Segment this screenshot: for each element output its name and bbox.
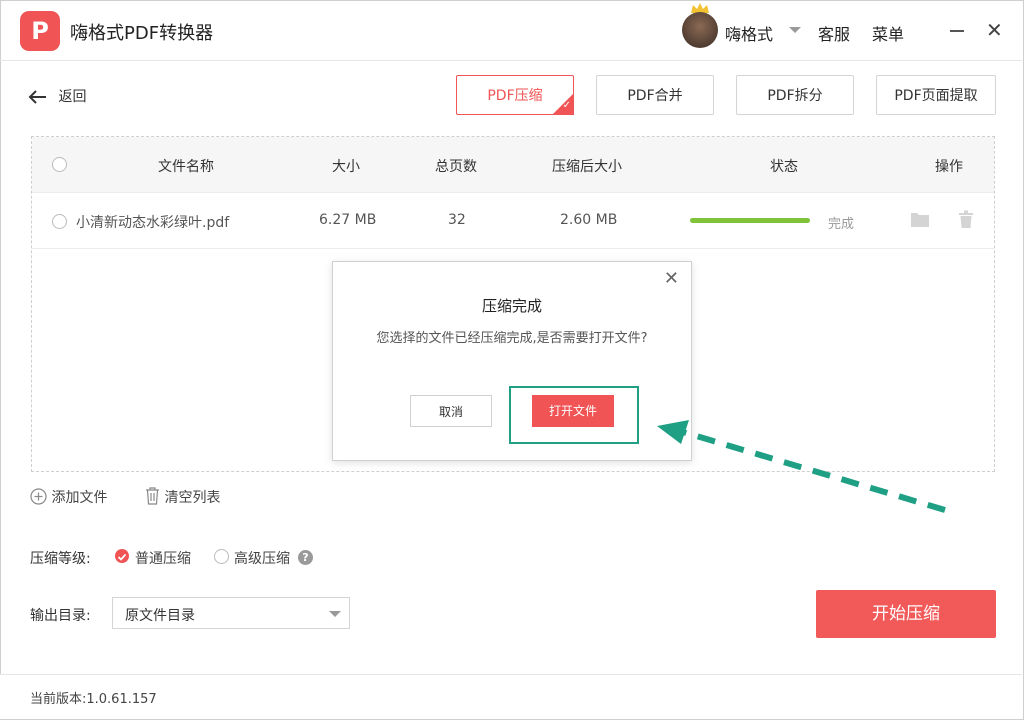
chevron-down-icon — [329, 611, 341, 617]
compressed-size: 2.60 MB — [560, 212, 618, 228]
menu-link[interactable]: 菜单 — [872, 21, 904, 45]
header-compressed-size: 压缩后大小 — [552, 159, 622, 175]
output-dir-label: 输出目录: — [30, 608, 91, 624]
check-icon — [117, 553, 127, 561]
add-file-button[interactable]: 添加文件 — [30, 487, 107, 507]
customer-service-link[interactable]: 客服 — [818, 21, 850, 45]
tab-pdf-split[interactable]: PDF拆分 — [736, 75, 854, 115]
dialog-message: 您选择的文件已经压缩完成,是否需要打开文件? — [376, 331, 648, 346]
help-icon[interactable]: ? — [298, 550, 313, 565]
radio-normal-compress[interactable] — [115, 549, 129, 563]
chevron-down-icon[interactable] — [789, 27, 801, 33]
close-icon[interactable]: ✕ — [664, 268, 679, 289]
arrow-left-icon — [28, 90, 46, 104]
app-title: 嗨格式PDF转换器 — [70, 23, 214, 44]
dialog-title: 压缩完成 — [481, 297, 542, 315]
check-icon: ✓ — [562, 100, 571, 111]
output-dir-select[interactable]: 原文件目录 — [112, 597, 350, 629]
progress-bar — [690, 218, 810, 223]
radio-advanced-compress[interactable] — [214, 549, 229, 564]
trash-outline-icon — [146, 487, 159, 505]
avatar[interactable] — [682, 12, 718, 48]
normal-compress-label[interactable]: 普通压缩 — [135, 548, 191, 568]
close-window-button[interactable]: ✕ — [986, 18, 1003, 42]
tab-label: PDF压缩 — [487, 88, 543, 104]
trash-icon[interactable] — [958, 210, 974, 229]
file-pages: 32 — [448, 212, 466, 228]
username[interactable]: 嗨格式 — [725, 21, 773, 45]
clear-list-label: 清空列表 — [164, 490, 221, 506]
add-file-label: 添加文件 — [51, 490, 108, 506]
progress-fill — [690, 218, 810, 223]
header-pages: 总页数 — [435, 159, 477, 175]
header-actions: 操作 — [935, 159, 963, 175]
tab-label: PDF合并 — [627, 88, 683, 104]
cancel-button[interactable]: 取消 — [410, 395, 492, 427]
output-dir-value: 原文件目录 — [125, 608, 195, 624]
file-size: 6.27 MB — [319, 212, 377, 228]
advanced-compress-label[interactable]: 高级压缩 — [234, 548, 290, 568]
plus-circle-icon — [30, 488, 47, 505]
app-logo: P — [20, 11, 60, 51]
clear-list-button[interactable]: 清空列表 — [145, 487, 220, 507]
tab-label: PDF拆分 — [767, 88, 823, 104]
row-divider — [32, 248, 994, 249]
compression-level-label: 压缩等级: — [30, 551, 91, 567]
status-text: 完成 — [828, 217, 855, 232]
back-button[interactable]: 返回 — [28, 86, 86, 106]
pointer-arrow — [657, 420, 946, 513]
select-all-checkbox[interactable] — [52, 157, 67, 172]
version-text: 当前版本:1.0.61.157 — [30, 692, 157, 707]
back-label: 返回 — [58, 89, 87, 105]
file-name: 小清新动态水彩绿叶.pdf — [76, 215, 230, 231]
folder-icon[interactable] — [910, 211, 930, 228]
highlight-box — [509, 386, 639, 444]
header-file-name: 文件名称 — [158, 159, 214, 175]
row-checkbox[interactable] — [52, 214, 67, 229]
header-status: 状态 — [770, 159, 798, 175]
tab-label: PDF页面提取 — [894, 88, 978, 104]
tab-pdf-page-extract[interactable]: PDF页面提取 — [876, 75, 996, 115]
start-compress-button[interactable]: 开始压缩 — [816, 590, 996, 638]
tab-pdf-compress[interactable]: PDF压缩 ✓ — [456, 75, 574, 115]
header-size: 大小 — [332, 159, 360, 175]
tab-pdf-merge[interactable]: PDF合并 — [596, 75, 714, 115]
minimize-button[interactable] — [948, 20, 966, 38]
